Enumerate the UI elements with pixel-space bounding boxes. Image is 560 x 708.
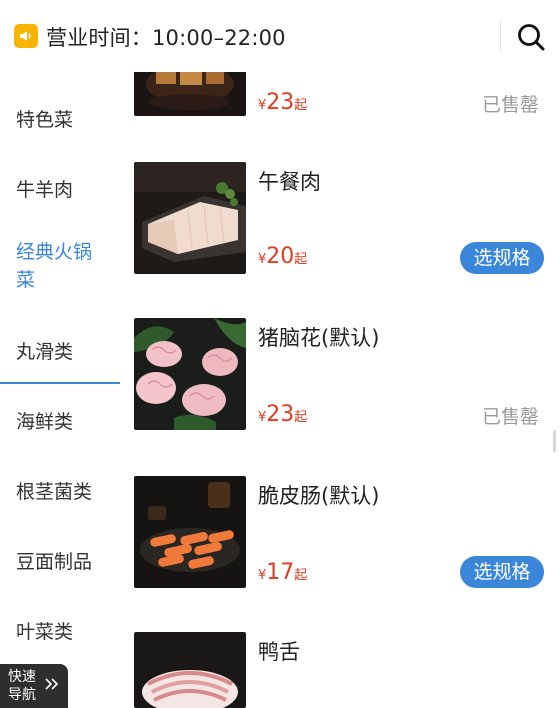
- list-item[interactable]: ¥23起 已售罄: [134, 4, 554, 116]
- sold-out-label: 已售罄: [482, 94, 540, 116]
- quick-nav-label: 快速导航: [8, 669, 36, 703]
- dish-image: [134, 162, 246, 274]
- dish-image: [134, 476, 246, 588]
- dish-price: ¥23起: [258, 402, 308, 427]
- list-item[interactable]: 鸭舌: [134, 632, 554, 708]
- dish-price: ¥20起: [258, 244, 308, 269]
- select-spec-button[interactable]: 选规格: [460, 242, 544, 274]
- dish-price: ¥17起: [258, 560, 308, 585]
- dish-price: ¥23起: [258, 90, 308, 115]
- dish-image: [134, 318, 246, 430]
- scroll-indicator: [553, 430, 556, 452]
- dish-name: 猪脑花(默认): [258, 326, 380, 350]
- sidebar-item-beef-lamb[interactable]: 牛羊肉: [16, 176, 116, 204]
- dish-image: [134, 632, 246, 708]
- dish-name: 鸭舌: [258, 640, 300, 664]
- sidebar-item-meatballs[interactable]: 丸滑类: [16, 338, 116, 366]
- double-chevron-right-icon: [45, 678, 59, 690]
- dish-name: 脆皮肠(默认): [258, 484, 380, 508]
- select-spec-button[interactable]: 选规格: [460, 556, 544, 588]
- list-item[interactable]: 脆皮肠(默认) ¥17起 选规格: [134, 476, 554, 588]
- active-category-indicator: [0, 382, 120, 384]
- category-sidebar: 特色菜 牛羊肉 经典火锅菜 丸滑类 海鲜类 根茎菌类 豆面制品 叶菜类: [0, 72, 122, 708]
- sold-out-label: 已售罄: [482, 406, 540, 428]
- sidebar-item-tofu-noodles[interactable]: 豆面制品: [16, 548, 116, 576]
- quick-nav-button[interactable]: 快速导航: [0, 664, 68, 708]
- sidebar-item-classic-hotpot[interactable]: 经典火锅菜: [16, 238, 100, 294]
- sidebar-item-leafy-greens[interactable]: 叶菜类: [16, 618, 116, 646]
- dish-name: 午餐肉: [258, 170, 321, 194]
- list-item[interactable]: 猪脑花(默认) ¥23起 已售罄: [134, 318, 554, 430]
- sidebar-item-seafood[interactable]: 海鲜类: [16, 408, 116, 436]
- sidebar-item-roots-mushrooms[interactable]: 根茎菌类: [16, 478, 116, 506]
- speaker-icon: [14, 24, 38, 48]
- dish-image: [134, 72, 246, 116]
- sidebar-item-specialty[interactable]: 特色菜: [16, 106, 116, 134]
- list-item[interactable]: 午餐肉 ¥20起 选规格: [134, 162, 554, 274]
